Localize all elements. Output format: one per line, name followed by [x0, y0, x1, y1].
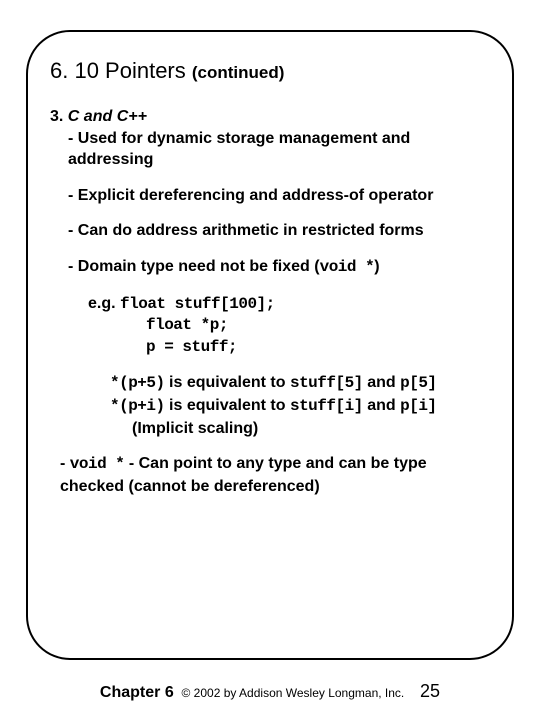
example-block: e.g. float stuff[100];	[88, 293, 490, 316]
equiv-1-mid: is equivalent to	[165, 374, 290, 391]
equiv-1-rhs1: stuff[5]	[290, 374, 363, 392]
equiv-2-lhs: *(p+i)	[110, 397, 165, 415]
equiv-2: *(p+i) is equivalent to stuff[i] and p[i…	[110, 395, 490, 418]
void-code: void *	[70, 455, 125, 473]
bullet-1: - Used for dynamic storage management an…	[68, 128, 490, 171]
footer: Chapter 6 © 2002 by Addison Wesley Longm…	[0, 681, 540, 702]
footer-chapter: Chapter 6	[100, 684, 174, 701]
bullet-2-text: Explicit dereferencing and address-of op…	[78, 187, 434, 204]
footer-copyright: © 2002 by Addison Wesley Longman, Inc.	[182, 686, 405, 700]
bullet-4-text: Domain type need not be fixed (	[78, 258, 320, 275]
equiv-1-lhs: *(p+5)	[110, 374, 165, 392]
void-dash: -	[60, 455, 70, 472]
bullet-3-text: Can do address arithmetic in restricted …	[78, 222, 424, 239]
slide-content: 3. C and C++ - Used for dynamic storage …	[50, 106, 490, 497]
bullet-2: - Explicit dereferencing and address-of …	[68, 185, 490, 207]
equiv-1-and: and	[363, 374, 400, 391]
close-paren: )	[374, 258, 379, 275]
equiv-1: *(p+5) is equivalent to stuff[5] and p[5…	[110, 372, 490, 395]
eg-line-1: float *p;	[146, 315, 490, 337]
footer-page: 25	[420, 681, 440, 701]
equiv-2-rhs1: stuff[i]	[290, 397, 363, 415]
void-note: - void * - Can point to any type and can…	[60, 453, 490, 497]
slide-frame: 6. 10 Pointers (continued) 3. C and C++ …	[26, 30, 514, 660]
equiv-2-mid: is equivalent to	[165, 397, 290, 414]
slide-title: 6. 10 Pointers (continued)	[50, 58, 490, 84]
bullet-3: - Can do address arithmetic in restricte…	[68, 220, 490, 242]
equiv-1-rhs2: p[5]	[400, 374, 436, 392]
implicit-scaling: (Implicit scaling)	[132, 418, 490, 440]
eg-line-0: float stuff[100];	[120, 295, 275, 313]
equiv-2-rhs2: p[i]	[400, 397, 436, 415]
title-sub: (continued)	[192, 63, 285, 82]
title-main: 6. 10 Pointers	[50, 58, 186, 83]
bullet-4: - Domain type need not be fixed (void *)	[68, 256, 490, 279]
eg-line-2: p = stuff;	[146, 337, 490, 359]
bullet-1-text: Used for dynamic storage management and …	[68, 130, 410, 169]
section-num: 3.	[50, 108, 63, 125]
equiv-2-and: and	[363, 397, 400, 414]
eg-label: e.g.	[88, 295, 116, 312]
voidstar-inline: void *	[320, 258, 375, 276]
section-heading: 3. C and C++	[50, 106, 490, 128]
section-label: C and C++	[68, 108, 147, 125]
